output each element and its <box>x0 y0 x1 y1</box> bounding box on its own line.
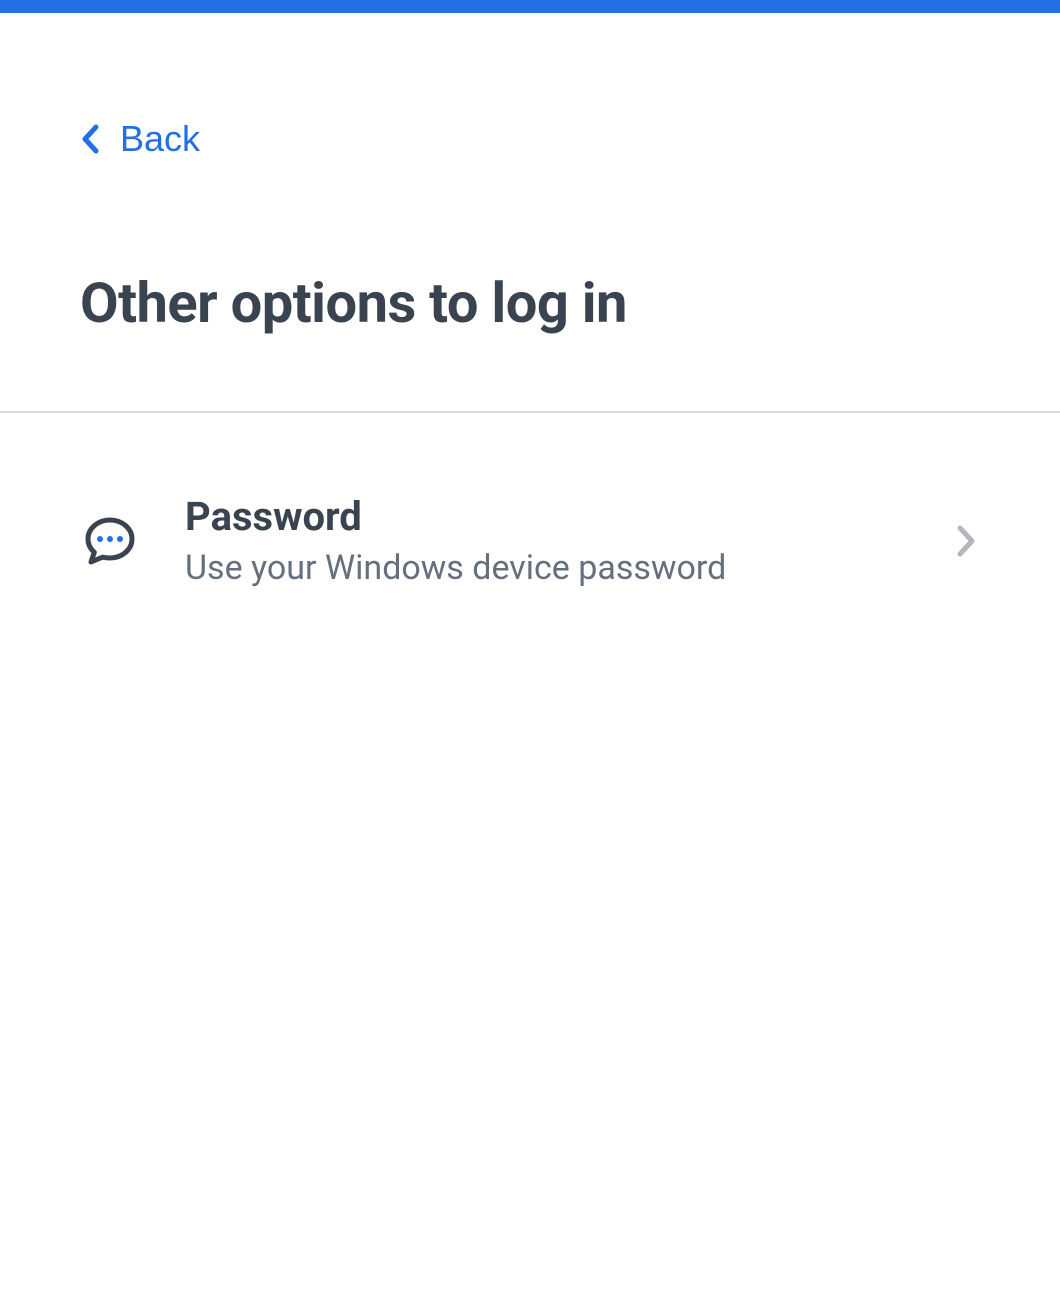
back-label: Back <box>120 118 200 160</box>
header-section: Back Other options to log in <box>0 13 1060 413</box>
option-title: Password <box>185 493 907 540</box>
option-password[interactable]: Password Use your Windows device passwor… <box>80 483 980 598</box>
back-button[interactable]: Back <box>80 118 200 160</box>
option-description: Use your Windows device password <box>185 548 907 588</box>
option-content: Password Use your Windows device passwor… <box>185 493 907 588</box>
chevron-left-icon <box>80 123 100 155</box>
options-list: Password Use your Windows device passwor… <box>0 413 1060 668</box>
page-title: Other options to log in <box>80 270 980 336</box>
chevron-right-icon <box>952 521 980 561</box>
top-accent-bar <box>0 0 1060 13</box>
password-bubble-icon <box>80 511 140 571</box>
